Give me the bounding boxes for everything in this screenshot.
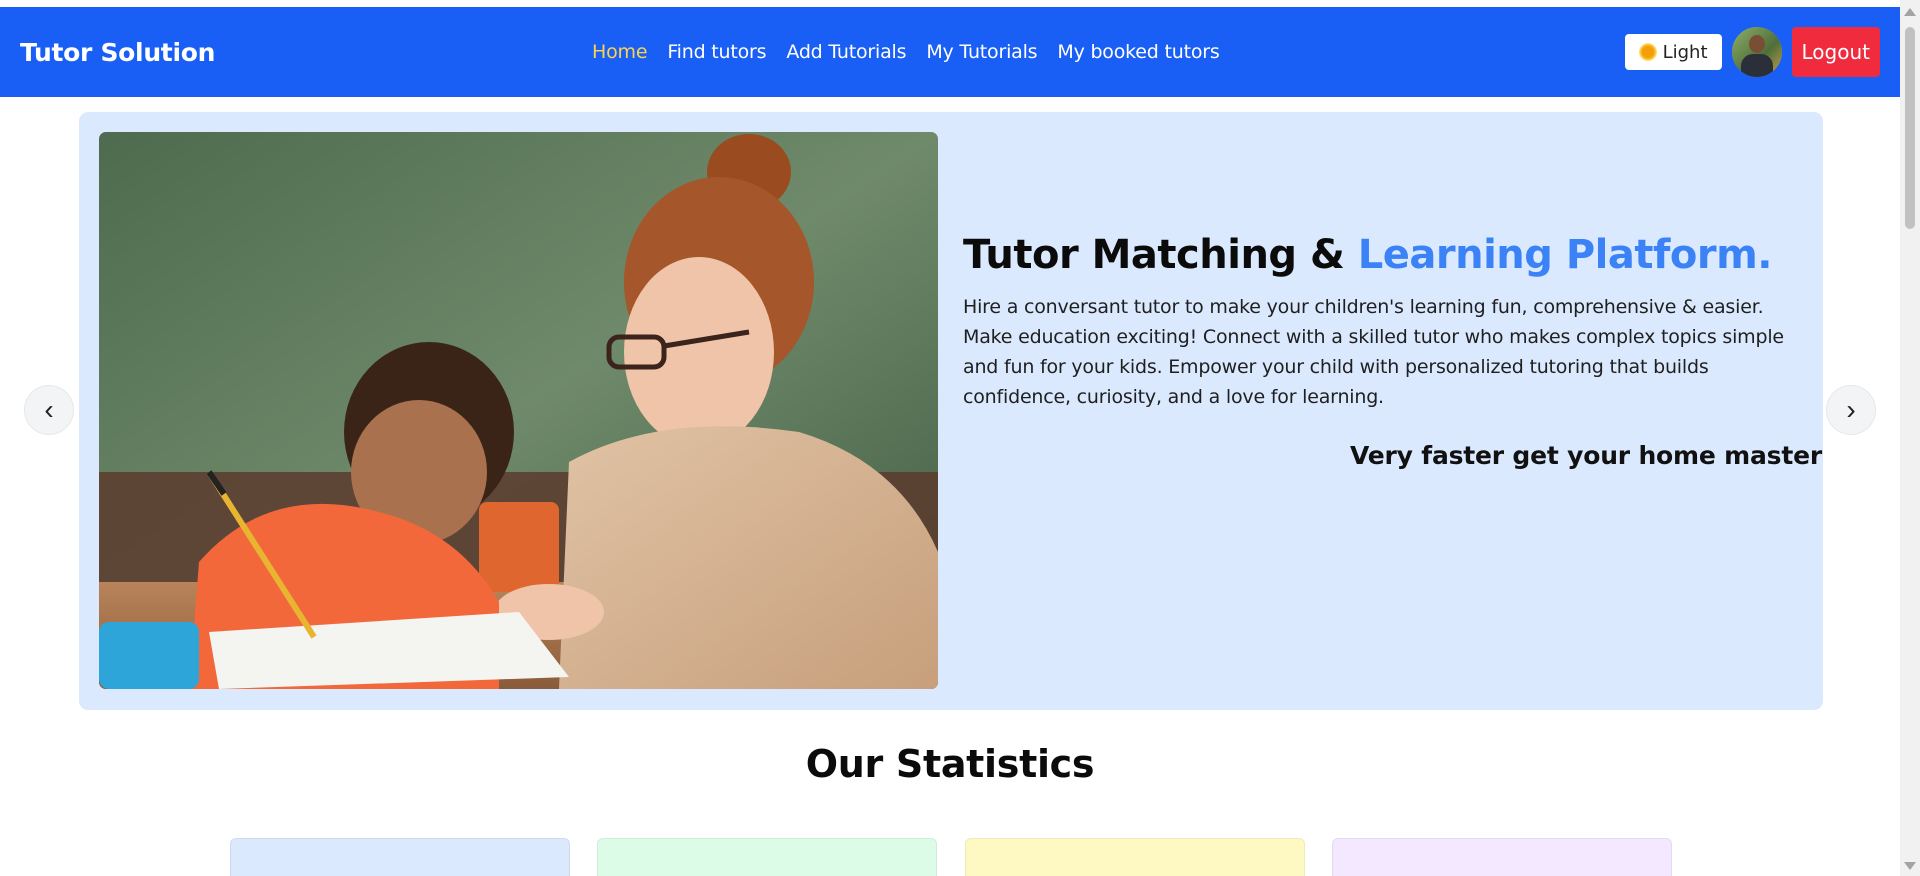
nav-links: Home Find tutors Add Tutorials My Tutori… <box>592 7 1220 97</box>
hero-tagline: Very faster get your home master <box>1350 441 1822 470</box>
theme-toggle-button[interactable]: Light <box>1624 34 1722 70</box>
brand-logo[interactable]: Tutor Solution <box>20 7 215 97</box>
hero-image <box>99 132 938 689</box>
navbar: Tutor Solution Home Find tutors Add Tuto… <box>0 7 1900 97</box>
hero-title: Tutor Matching & Learning Platform. <box>963 232 1793 278</box>
stat-card-2 <box>597 838 937 876</box>
nav-link-add-tutorials[interactable]: Add Tutorials <box>786 41 906 63</box>
hero-description: Hire a conversant tutor to make your chi… <box>963 296 1784 408</box>
theme-toggle-label: Light <box>1662 41 1708 63</box>
nav-link-my-booked-tutors[interactable]: My booked tutors <box>1057 41 1219 63</box>
page-scrollbar[interactable] <box>1900 0 1920 876</box>
scroll-up-arrow-icon[interactable] <box>1904 8 1916 16</box>
nav-link-home[interactable]: Home <box>592 41 648 63</box>
stat-card-3 <box>965 838 1305 876</box>
stat-card-4 <box>1332 838 1672 876</box>
statistics-title: Our Statistics <box>805 742 1095 786</box>
hero-slide: Tutor Matching & Learning Platform. Hire… <box>79 112 1823 710</box>
hero-text: Tutor Matching & Learning Platform. Hire… <box>963 232 1793 412</box>
scroll-thumb[interactable] <box>1905 27 1915 229</box>
hero-title-accent: Learning Platform. <box>1357 232 1773 278</box>
scroll-down-arrow-icon[interactable] <box>1904 862 1916 870</box>
nav-link-my-tutorials[interactable]: My Tutorials <box>926 41 1037 63</box>
carousel-next-button[interactable]: › <box>1826 385 1876 435</box>
sun-icon <box>1638 43 1657 61</box>
logout-button[interactable]: Logout <box>1791 27 1880 77</box>
nav-actions: Light Logout <box>1624 7 1880 97</box>
hero-title-main: Tutor Matching & <box>963 232 1358 278</box>
carousel-prev-button[interactable]: ‹ <box>24 385 74 435</box>
top-strip <box>0 0 1900 7</box>
avatar[interactable] <box>1731 27 1782 77</box>
stat-card-1 <box>230 838 570 876</box>
nav-link-find-tutors[interactable]: Find tutors <box>667 41 766 63</box>
